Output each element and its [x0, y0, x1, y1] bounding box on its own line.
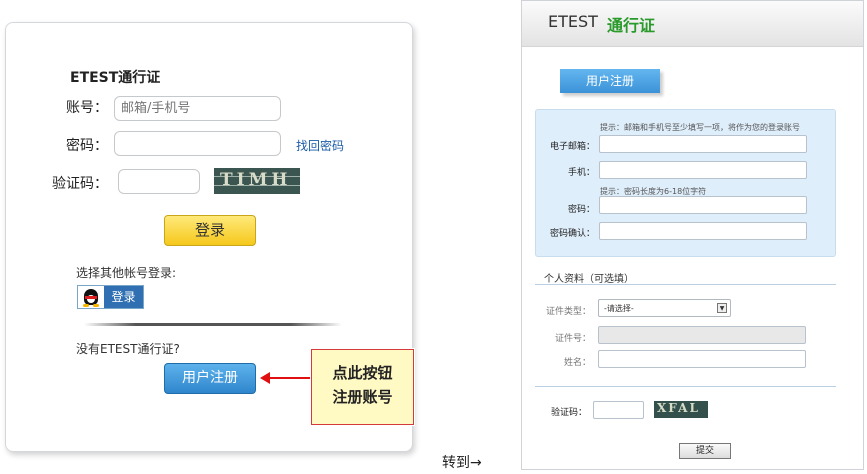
register-header: ETEST 通行证	[522, 1, 863, 47]
account-label: 账号：	[66, 100, 108, 116]
callout-line-2: 注册账号	[332, 388, 393, 406]
captcha-label: 验证码：	[52, 176, 108, 192]
register-captcha-field[interactable]	[593, 401, 644, 419]
password-confirm-field[interactable]	[599, 222, 807, 240]
forgot-password-link[interactable]: 找回密码	[296, 137, 344, 154]
personal-section-title: 个人资料（可选填）	[544, 274, 634, 285]
section-divider	[535, 386, 836, 387]
divider	[84, 323, 342, 326]
password-input[interactable]	[114, 131, 281, 156]
register-captcha-image[interactable]: XFAL	[654, 401, 708, 418]
brand-subtitle: 通行证	[607, 16, 656, 35]
register-captcha-text: XFAL	[657, 401, 700, 415]
chevron-down-icon[interactable]: ▼	[717, 303, 727, 313]
section-divider	[535, 284, 836, 285]
id-type-select[interactable]: -请选择- ▼	[598, 299, 731, 317]
qq-login-button[interactable]: 登录	[77, 285, 144, 309]
captcha-input[interactable]	[118, 169, 200, 194]
hint-email-phone: 提示：邮箱和手机号至少填写一项，将作为您的登录账号	[600, 123, 800, 132]
register-button[interactable]: 用户注册	[164, 363, 256, 394]
callout-line-1: 点此按钮	[332, 364, 393, 382]
password-label: 密码：	[567, 205, 595, 215]
id-number-field[interactable]	[598, 326, 806, 344]
brand-name: ETEST	[548, 12, 598, 31]
password-label: 密码：	[66, 138, 108, 154]
account-input[interactable]	[114, 96, 281, 121]
arrow-left-icon	[260, 372, 270, 384]
login-panel: ETEST通行证 账号： 密码： 找回密码 验证码： TIMH 登录 选择其他帐…	[5, 22, 415, 452]
phone-field[interactable]	[599, 161, 807, 179]
captcha-image[interactable]: TIMH	[214, 168, 300, 194]
captcha-text: TIMH	[220, 170, 292, 190]
register-panel: ETEST 通行证 用户注册 提示：邮箱和手机号至少填写一项，将作为您的登录账号…	[521, 0, 864, 470]
qq-login-label: 登录	[104, 286, 143, 308]
phone-label: 手机：	[567, 168, 595, 178]
login-button[interactable]: 登录	[164, 215, 256, 246]
id-type-value: -请选择-	[604, 304, 634, 313]
password-confirm-label: 密码确认：	[549, 229, 595, 239]
tab-user-register[interactable]: 用户注册	[560, 69, 660, 93]
login-title: ETEST通行证	[70, 70, 161, 86]
email-label: 电子邮箱：	[549, 142, 595, 152]
callout-box: 点此按钮 注册账号	[310, 348, 415, 426]
email-field[interactable]	[599, 135, 807, 153]
goto-text: 转到→	[442, 455, 482, 471]
qq-penguin-icon	[78, 286, 104, 308]
no-account-text: 没有ETEST通行证?	[76, 342, 180, 356]
other-login-label: 选择其他帐号登录:	[76, 266, 177, 280]
submit-button[interactable]: 提交	[679, 443, 731, 459]
register-captcha-label: 验证码：	[550, 408, 587, 418]
id-number-label: 证件号：	[554, 334, 591, 344]
id-type-label: 证件类型：	[545, 307, 591, 317]
name-label: 姓名：	[563, 358, 591, 368]
password-field[interactable]	[599, 196, 807, 214]
callout-arrow-line	[268, 377, 310, 379]
name-field[interactable]	[598, 350, 806, 368]
register-form: 提示：邮箱和手机号至少填写一项，将作为您的登录账号 电子邮箱： 手机： 提示：密…	[535, 109, 836, 257]
